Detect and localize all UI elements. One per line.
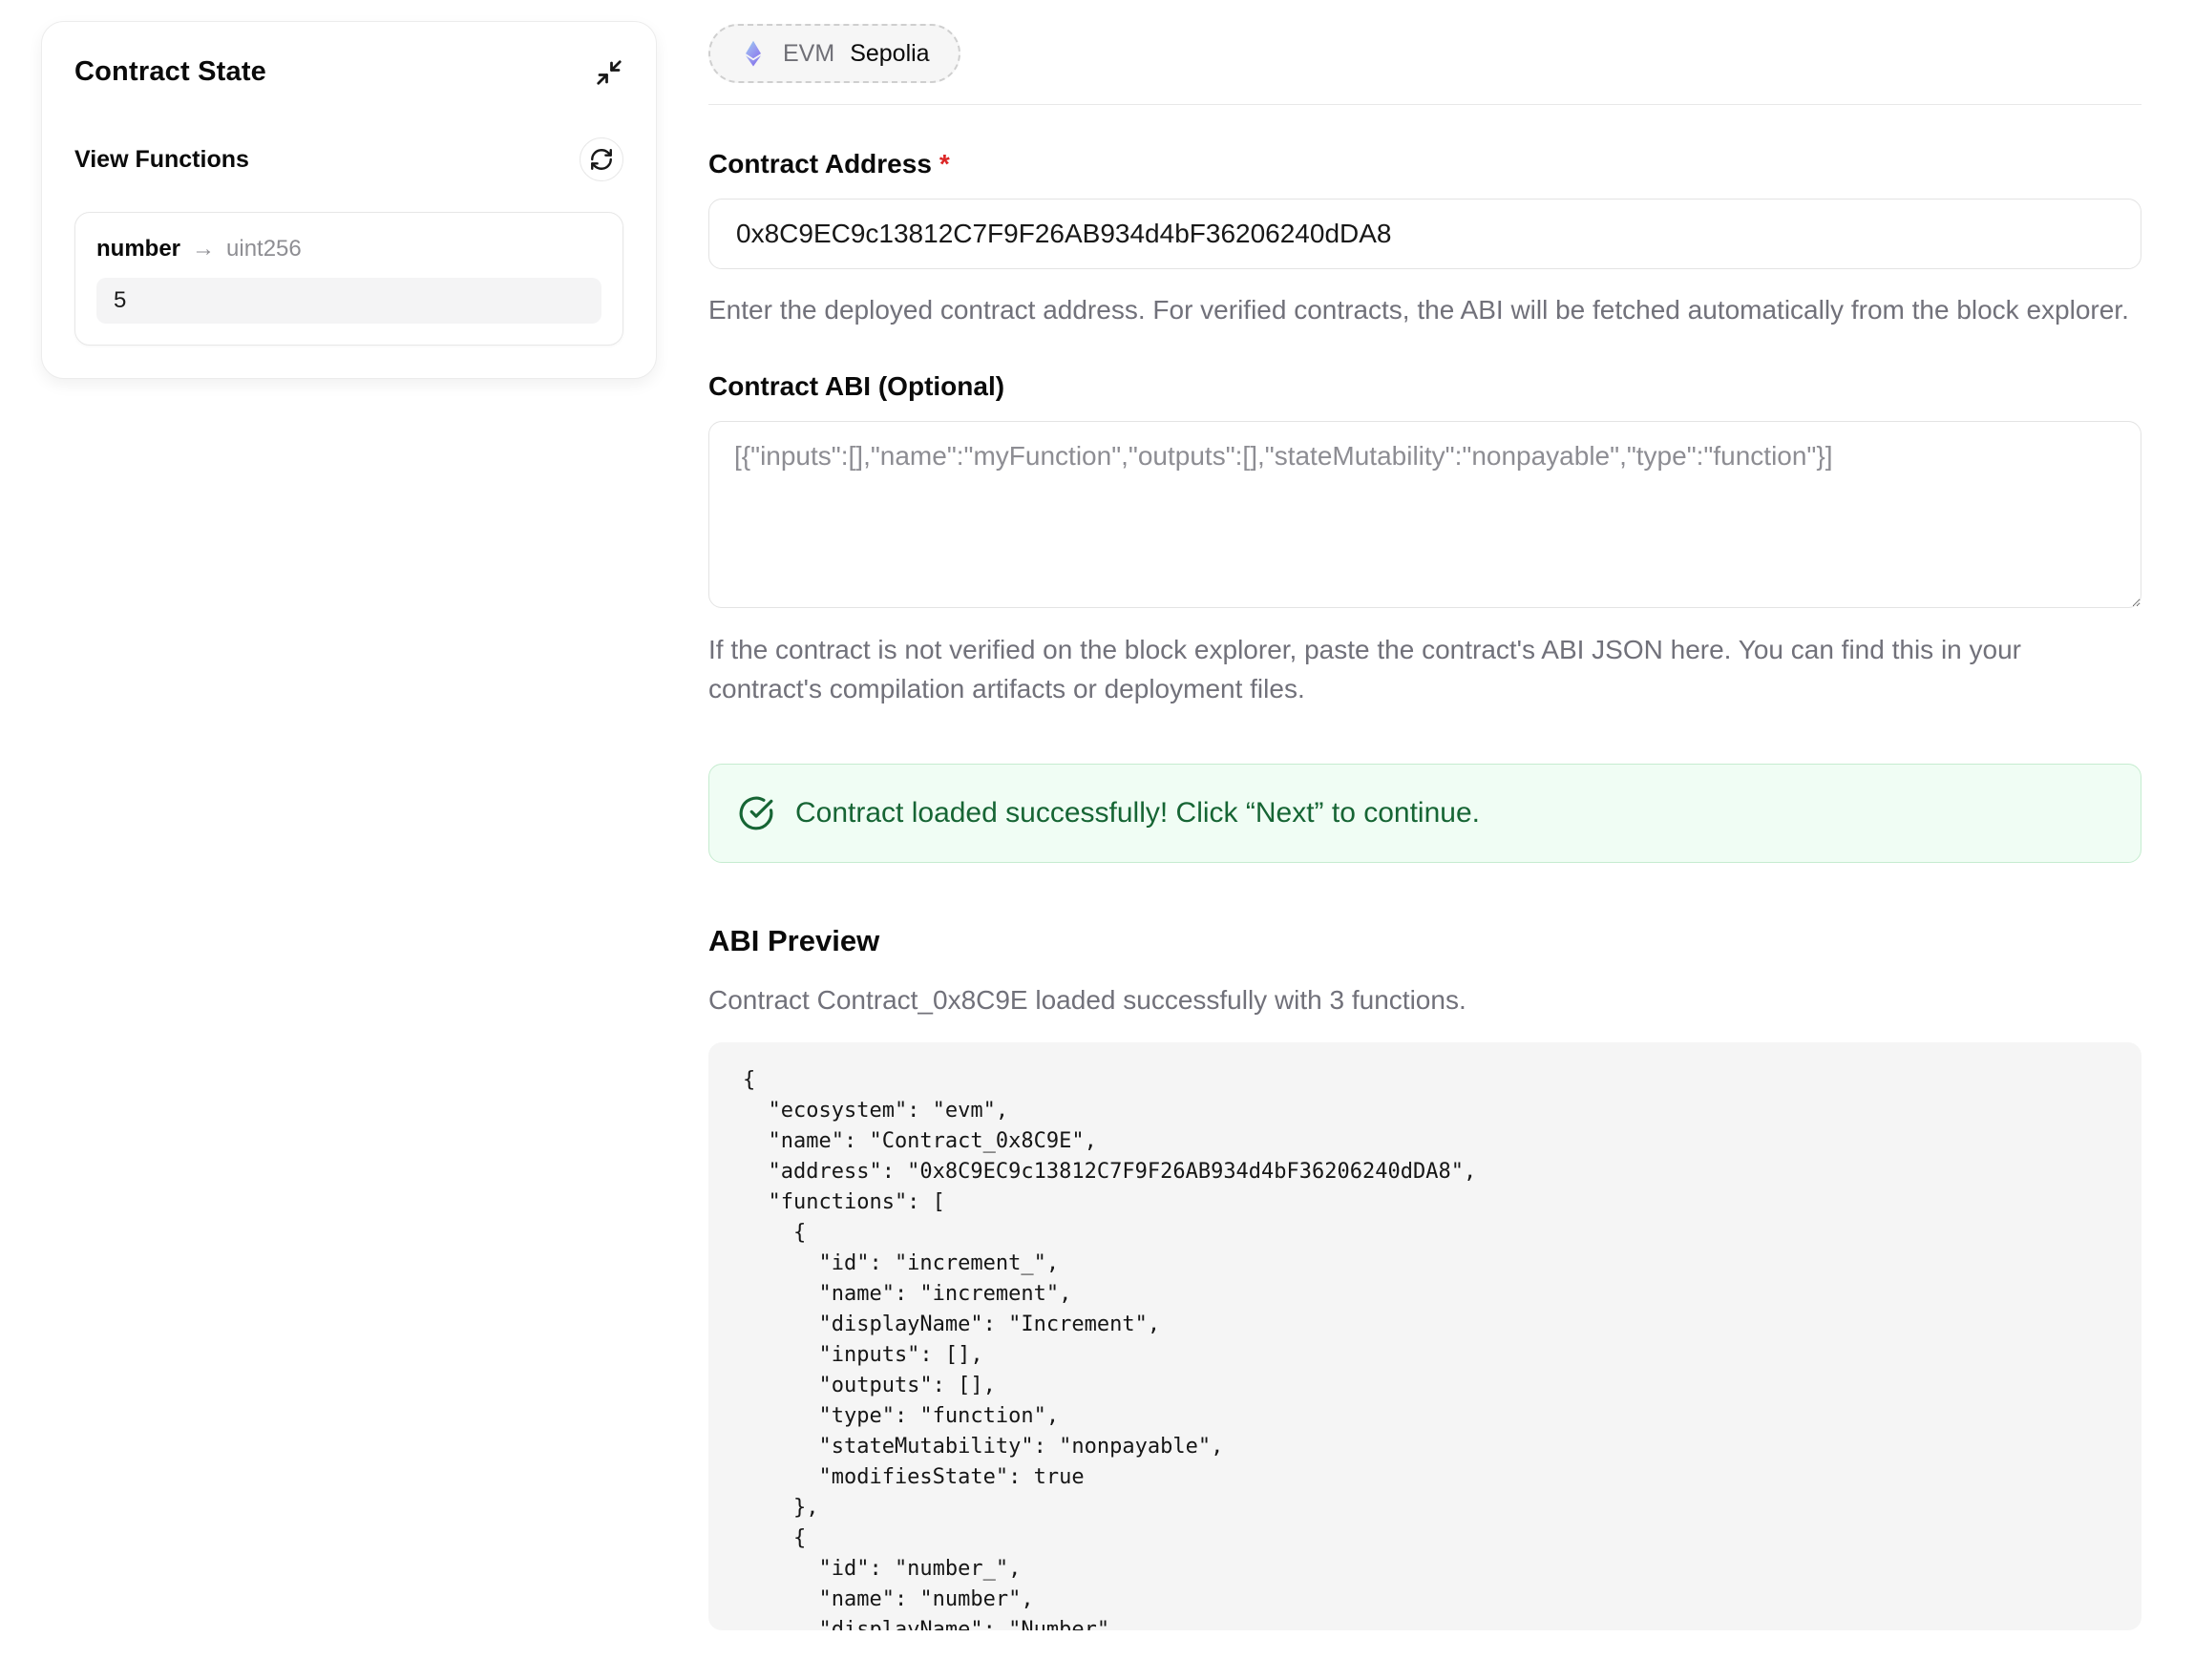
function-signature: number → uint256 <box>96 236 601 262</box>
function-name: number <box>96 236 180 262</box>
minimize-icon <box>595 58 623 87</box>
refresh-icon <box>589 147 614 172</box>
contract-state-header: Contract State <box>74 56 623 88</box>
main-column: EVM Sepolia Contract Address* Enter the … <box>708 0 2141 1630</box>
network-badge[interactable]: EVM Sepolia <box>708 24 960 83</box>
abi-preview-subtitle: Contract Contract_0x8C9E loaded successf… <box>708 985 2141 1016</box>
contract-address-label: Contract Address* <box>708 149 2141 179</box>
view-functions-row: View Functions <box>74 137 623 181</box>
arrow-icon: → <box>192 236 215 262</box>
contract-address-label-text: Contract Address <box>708 149 932 178</box>
success-message: Contract loaded successfully! Click “Nex… <box>795 797 1480 830</box>
function-return-type: uint256 <box>226 236 302 262</box>
function-value: 5 <box>96 278 601 324</box>
abi-preview-code-block[interactable]: { "ecosystem": "evm", "name": "Contract_… <box>708 1042 2141 1630</box>
contract-abi-label: Contract ABI (Optional) <box>708 371 2141 402</box>
contract-state-card: Contract State View Functions <box>41 21 657 379</box>
divider <box>708 104 2141 105</box>
contract-abi-textarea[interactable] <box>708 421 2141 608</box>
badge-network-label: Sepolia <box>850 40 929 68</box>
check-circle-icon <box>738 795 774 831</box>
abi-json-code: { "ecosystem": "evm", "name": "Contract_… <box>743 1065 2107 1630</box>
collapse-button[interactable] <box>595 58 623 87</box>
contract-address-input[interactable] <box>708 199 2141 269</box>
required-marker: * <box>939 149 950 178</box>
abi-preview-title: ABI Preview <box>708 924 2141 958</box>
badge-ecosystem-label: EVM <box>783 40 834 68</box>
page: Contract State View Functions <box>0 0 2194 1680</box>
contract-address-helper: Enter the deployed contract address. For… <box>708 290 2141 329</box>
success-alert: Contract loaded successfully! Click “Nex… <box>708 764 2141 863</box>
ethereum-icon <box>739 39 768 68</box>
function-result-card[interactable]: number → uint256 5 <box>74 212 623 346</box>
refresh-button[interactable] <box>580 137 623 181</box>
contract-abi-helper: If the contract is not verified on the b… <box>708 630 2141 708</box>
contract-state-title: Contract State <box>74 56 266 88</box>
view-functions-label: View Functions <box>74 146 249 174</box>
